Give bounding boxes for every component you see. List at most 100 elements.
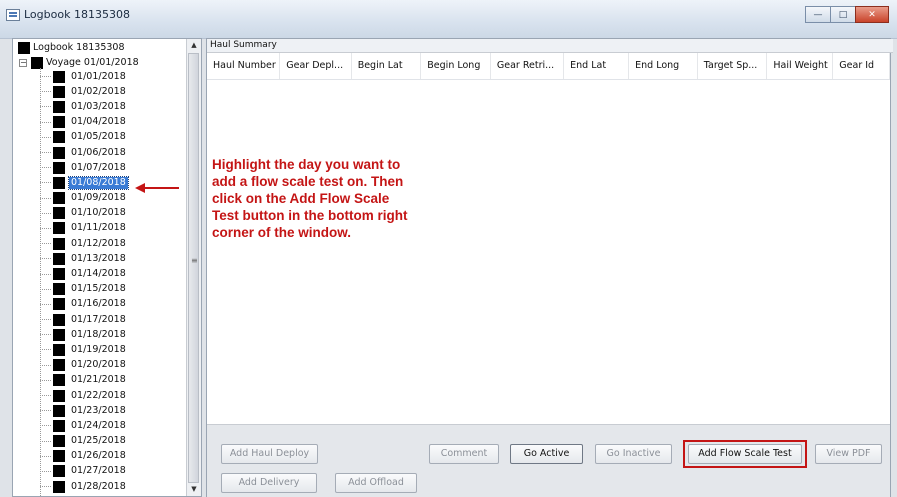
column-header[interactable]: Begin Lat xyxy=(352,53,422,79)
go-active-button[interactable]: Go Active xyxy=(510,444,583,464)
add-offload-button[interactable]: Add Offload xyxy=(335,473,417,493)
maximize-icon[interactable]: □ xyxy=(830,6,856,23)
tree-day-node[interactable]: 01/04/2018 xyxy=(40,115,128,130)
tree-day-label: 01/24/2018 xyxy=(71,419,126,431)
view-pdf-button[interactable]: View PDF xyxy=(815,444,882,464)
tree-connector xyxy=(40,121,51,123)
scroll-up-icon[interactable]: ▲ xyxy=(187,39,201,52)
tree-day-label: 01/09/2018 xyxy=(71,192,126,204)
day-node-icon xyxy=(53,146,65,159)
tree-day-node[interactable]: 01/21/2018 xyxy=(40,373,128,388)
tree-voyage-node[interactable]: − Voyage 01/01/2018 xyxy=(19,56,139,70)
go-inactive-button[interactable]: Go Inactive xyxy=(595,444,672,464)
tree-day-node[interactable]: 01/17/2018 xyxy=(40,312,128,327)
column-header[interactable]: Target Sp... xyxy=(698,53,768,79)
day-node-icon xyxy=(53,450,65,463)
tree-day-label: 01/25/2018 xyxy=(71,435,126,447)
tree-connector xyxy=(40,76,51,78)
tree-connector xyxy=(40,212,51,214)
tree-day-node[interactable]: 01/28/2018 xyxy=(40,479,128,494)
tree-day-label: 01/11/2018 xyxy=(71,222,126,234)
tree-day-label: 01/26/2018 xyxy=(71,450,126,462)
tree-day-node[interactable]: 01/07/2018 xyxy=(40,160,128,175)
day-node-icon xyxy=(53,419,65,432)
tree-day-label: 01/22/2018 xyxy=(71,389,126,401)
scroll-down-icon[interactable]: ▼ xyxy=(187,483,201,496)
collapse-icon[interactable]: − xyxy=(19,59,27,67)
day-node-icon xyxy=(53,85,65,98)
tree-day-node[interactable]: 01/11/2018 xyxy=(40,221,128,236)
day-node-icon xyxy=(53,404,65,417)
column-header[interactable]: Haul Number xyxy=(207,53,281,79)
tree-day-label: 01/12/2018 xyxy=(71,237,126,249)
tree-day-label: 01/06/2018 xyxy=(71,146,126,158)
tree-root-node[interactable]: Logbook 18135308 xyxy=(18,41,125,55)
tree-day-node[interactable]: 01/26/2018 xyxy=(40,449,128,464)
add-delivery-button[interactable]: Add Delivery xyxy=(221,473,317,493)
haul-summary-header: Haul Summary xyxy=(207,39,893,53)
column-header[interactable]: Hail Weight xyxy=(767,53,834,79)
haul-summary-columns: Haul Number Gear Depl... Begin Lat Begin Lo… xyxy=(207,53,890,80)
add-flow-scale-test-button[interactable]: Add Flow Scale Test xyxy=(688,444,802,464)
minimize-icon[interactable]: — xyxy=(805,6,831,23)
tree-day-label: 01/18/2018 xyxy=(71,328,126,340)
tree-day-node[interactable]: 01/19/2018 xyxy=(40,342,128,357)
tree-day-label: 01/03/2018 xyxy=(71,100,126,112)
tree-day-node[interactable]: 01/20/2018 xyxy=(40,358,128,373)
tree-connector xyxy=(40,425,51,427)
tree-day-node[interactable]: 01/14/2018 xyxy=(40,266,128,281)
tree-day-node[interactable]: 01/27/2018 xyxy=(40,464,128,479)
action-bar: Add Haul Deploy Comment Go Active Go Ina… xyxy=(207,424,890,497)
tree-day-node[interactable]: 01/23/2018 xyxy=(40,403,128,418)
tree-day-node[interactable]: 01/12/2018 xyxy=(40,236,128,251)
day-node-icon xyxy=(53,480,65,493)
tree-day-node[interactable]: 01/06/2018 xyxy=(40,145,128,160)
add-haul-deploy-button[interactable]: Add Haul Deploy xyxy=(221,444,318,464)
tree-day-label: 01/14/2018 xyxy=(71,268,126,280)
comment-button[interactable]: Comment xyxy=(429,444,499,464)
day-node-icon xyxy=(53,343,65,356)
tree-day-label: 01/16/2018 xyxy=(71,298,126,310)
tree-scrollbar[interactable]: ▲ ≡ ▼ xyxy=(186,39,201,496)
tree-connector xyxy=(40,410,51,412)
tree-day-node[interactable]: 01/24/2018 xyxy=(40,418,128,433)
column-header[interactable]: End Lat xyxy=(564,53,630,79)
tree-day-label: 01/27/2018 xyxy=(71,465,126,477)
tree-day-label: 01/04/2018 xyxy=(71,116,126,128)
tree-day-label: 01/28/2018 xyxy=(71,480,126,492)
tree-day-node[interactable]: 01/22/2018 xyxy=(40,388,128,403)
scrollbar-thumb[interactable]: ≡ xyxy=(188,53,199,483)
tree-connector xyxy=(40,379,51,381)
tree-day-node[interactable]: 01/15/2018 xyxy=(40,282,128,297)
tree-day-node[interactable]: 01/09/2018 xyxy=(40,191,128,206)
day-node-icon xyxy=(53,176,65,189)
tree-day-node[interactable]: 01/08/2018 xyxy=(40,175,129,190)
tree-day-node[interactable]: 01/25/2018 xyxy=(40,434,128,449)
tree-day-node[interactable]: 01/13/2018 xyxy=(40,251,128,266)
day-node-icon xyxy=(53,313,65,326)
column-header[interactable]: Gear Id xyxy=(833,53,890,79)
close-icon[interactable]: ✕ xyxy=(855,6,889,23)
tree-day-label: 01/02/2018 xyxy=(71,85,126,97)
column-header[interactable]: Begin Long xyxy=(421,53,491,79)
column-header[interactable]: Gear Depl... xyxy=(280,53,352,79)
day-node-icon xyxy=(53,222,65,235)
tree-day-node[interactable]: 01/02/2018 xyxy=(40,84,128,99)
day-node-icon xyxy=(53,359,65,372)
tree-day-label: 01/10/2018 xyxy=(71,207,126,219)
day-node-icon xyxy=(53,192,65,205)
tree-day-label: 01/20/2018 xyxy=(71,359,126,371)
tree-day-node[interactable]: 01/01/2018 xyxy=(40,69,128,84)
tree-day-node[interactable]: 01/10/2018 xyxy=(40,206,128,221)
tree-day-node[interactable]: 01/03/2018 xyxy=(40,99,128,114)
tree-day-node[interactable]: 01/05/2018 xyxy=(40,130,128,145)
tree-day-label: 01/19/2018 xyxy=(71,343,126,355)
tree-connector xyxy=(40,334,51,336)
column-header[interactable]: Gear Retri... xyxy=(491,53,565,79)
tree-day-node[interactable]: 01/16/2018 xyxy=(40,297,128,312)
tree-day-node[interactable]: 01/18/2018 xyxy=(40,327,128,342)
tree-connector xyxy=(40,273,51,275)
tree-day-label: 01/23/2018 xyxy=(71,404,126,416)
column-header[interactable]: End Long xyxy=(629,53,698,79)
day-node-icon xyxy=(53,70,65,83)
